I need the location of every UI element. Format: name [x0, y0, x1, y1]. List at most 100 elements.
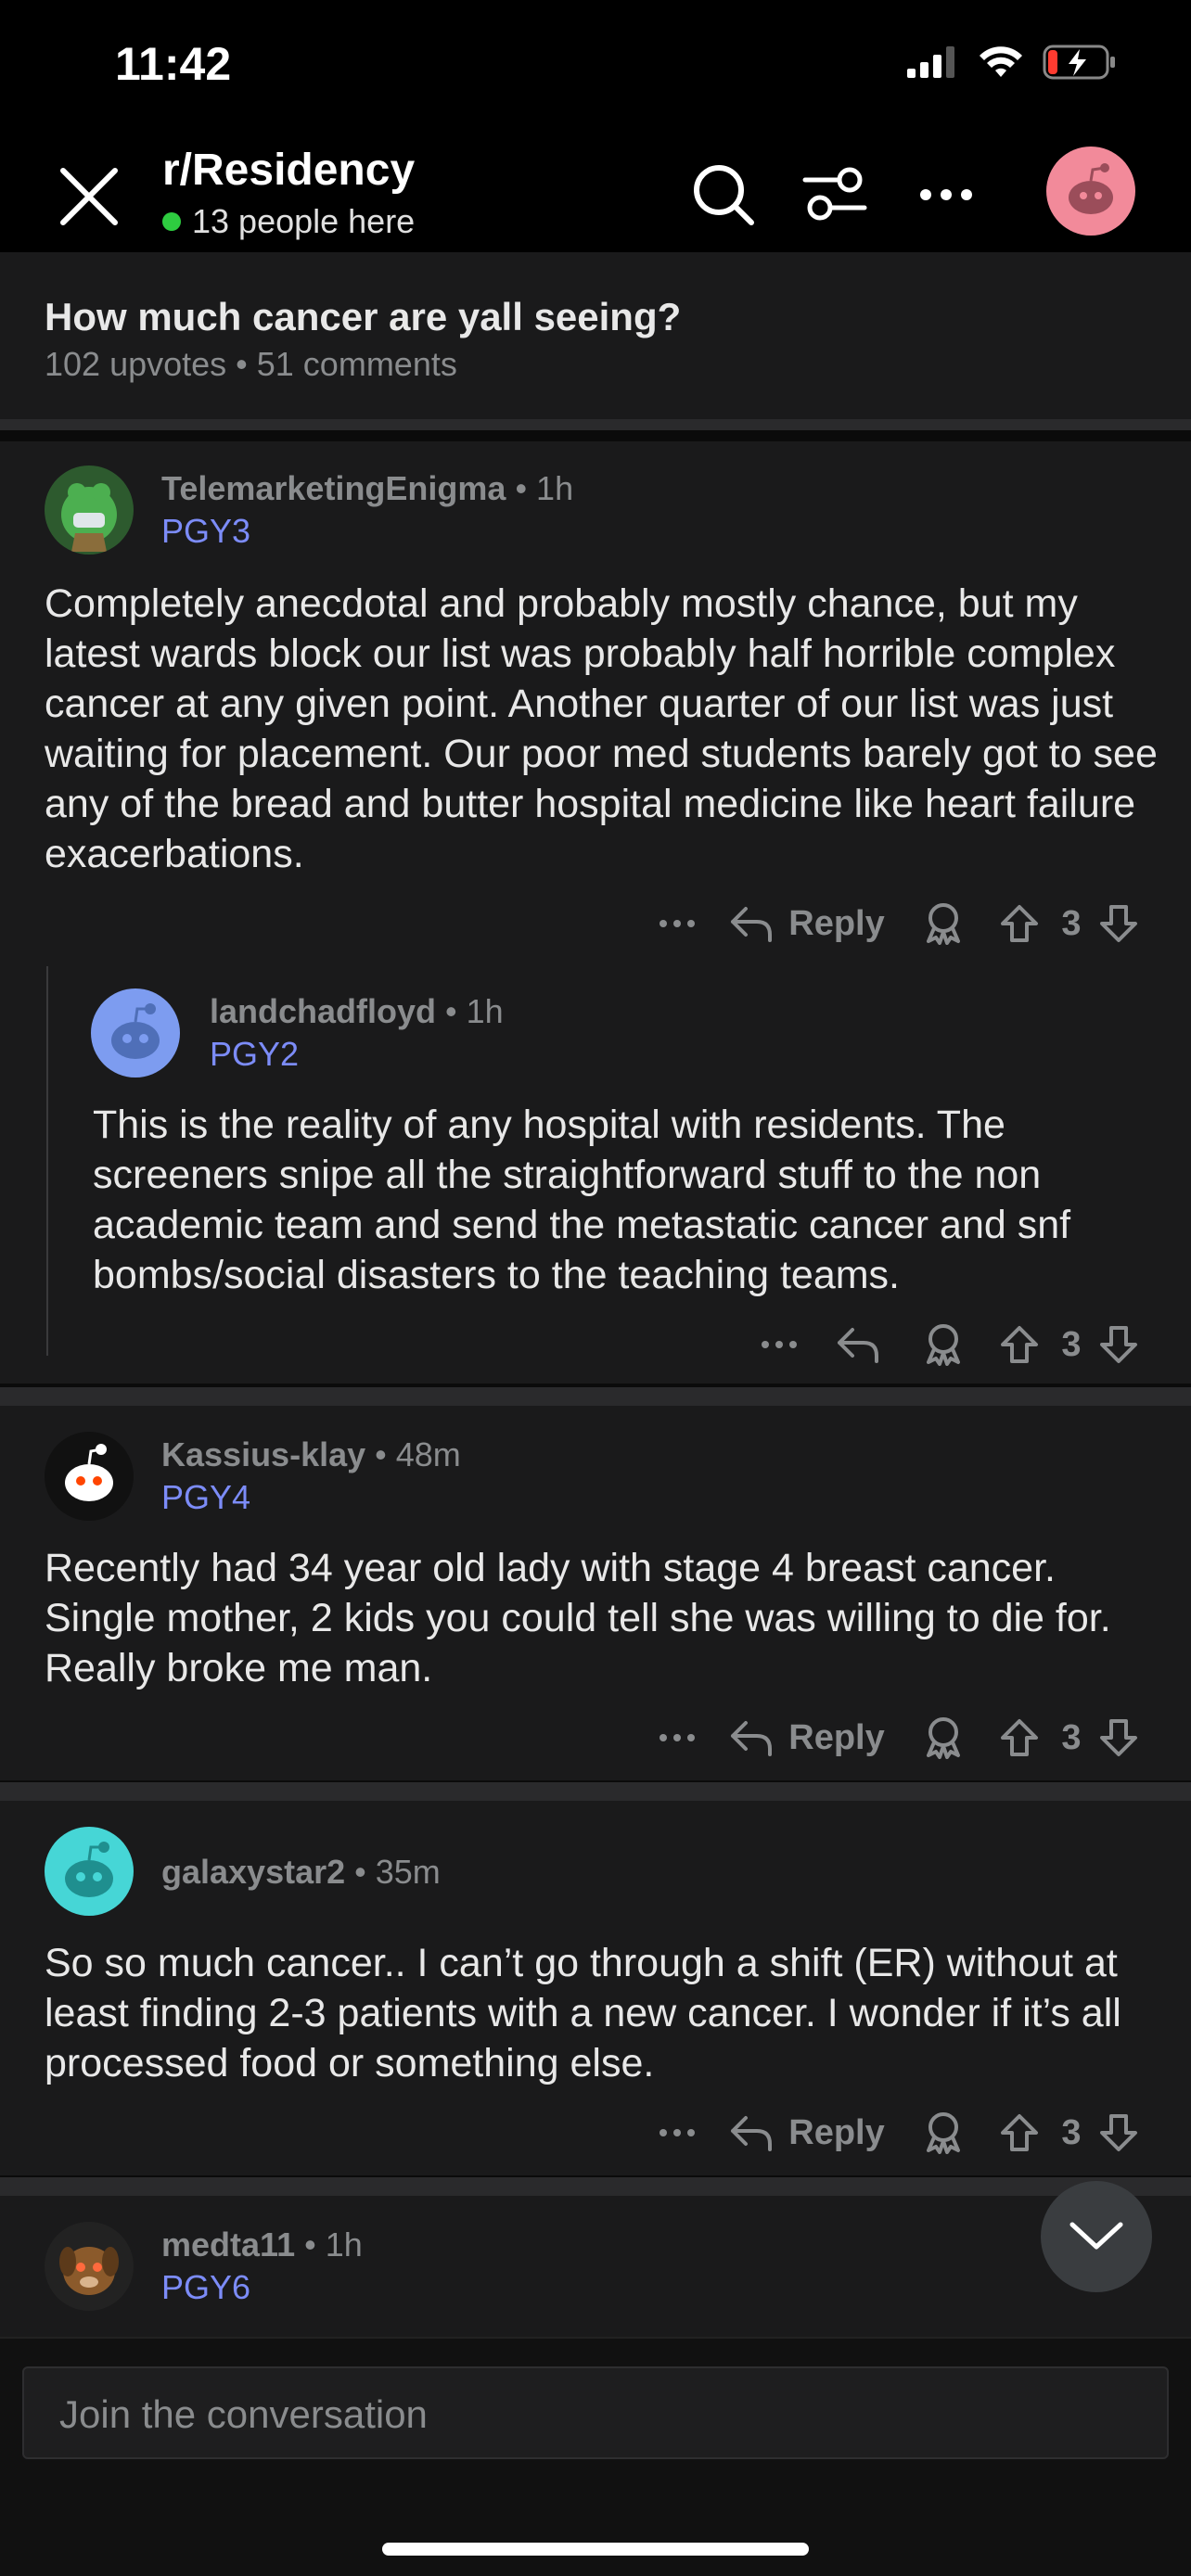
thread-line[interactable] — [46, 966, 48, 1356]
online-count: 13 people here — [162, 202, 415, 241]
close-button[interactable] — [48, 156, 130, 237]
snoo-avatar-icon — [111, 1003, 160, 1059]
more-horizontal-icon — [920, 189, 972, 200]
award-button[interactable] — [900, 2105, 987, 2161]
avatar[interactable] — [45, 465, 134, 555]
more-button[interactable] — [742, 1317, 816, 1372]
comment-body: So so much cancer.. I can’t go through a… — [45, 1941, 1121, 2085]
snoo-avatar-icon — [65, 1842, 113, 1897]
comment-author[interactable]: medta11 • 1h — [161, 2225, 363, 2264]
more-button[interactable] — [640, 2105, 714, 2161]
upvote-icon — [1001, 1326, 1038, 1363]
search-button[interactable] — [686, 158, 761, 232]
comment-actions: Reply 3 — [640, 1710, 1146, 1766]
comment-divider — [0, 1782, 1191, 1801]
downvote-icon — [1100, 1326, 1137, 1363]
comment-username[interactable]: galaxystar2 — [161, 1853, 345, 1891]
downvote-button[interactable] — [1091, 1317, 1146, 1372]
more-button[interactable] — [640, 896, 714, 951]
comment-time: • 48m — [365, 1435, 461, 1473]
comment-username[interactable]: TelemarketingEnigma — [161, 469, 506, 507]
more-horizontal-icon — [762, 1341, 797, 1348]
vote-score: 3 — [1061, 1717, 1082, 1757]
signal-icon — [907, 46, 954, 78]
snoo-avatar-icon — [1069, 163, 1113, 214]
upvote-button[interactable] — [987, 896, 1052, 951]
next-comment-button[interactable] — [1041, 2181, 1152, 2292]
more-options-button[interactable] — [909, 158, 983, 232]
comment-username[interactable]: landchadfloyd — [210, 992, 436, 1030]
sort-button[interactable] — [798, 158, 872, 232]
snoo-avatar-icon — [65, 1444, 113, 1501]
status-icons — [907, 45, 1117, 80]
downvote-button[interactable] — [1091, 1710, 1146, 1766]
award-button[interactable] — [900, 1710, 987, 1766]
comment-divider — [0, 1387, 1191, 1406]
user-flair: PGY6 — [161, 2268, 251, 2306]
avatar[interactable] — [91, 988, 180, 1078]
user-flair: PGY3 — [161, 512, 251, 550]
reply-button[interactable]: Reply — [714, 1710, 900, 1766]
subreddit-name[interactable]: r/Residency — [162, 145, 415, 196]
comment-actions: Reply 3 — [640, 2105, 1146, 2161]
more-button[interactable] — [640, 1710, 714, 1766]
more-horizontal-icon — [660, 2129, 695, 2136]
comment-author[interactable]: landchadfloyd • 1h — [210, 992, 504, 1031]
reply-button[interactable]: Reply — [714, 896, 900, 951]
award-icon — [927, 2112, 960, 2154]
award-icon — [927, 1324, 960, 1366]
upvote-button[interactable] — [987, 1317, 1052, 1372]
comment-composer: Join the conversation — [0, 2337, 1191, 2576]
upvote-icon — [1001, 905, 1038, 942]
comment-username[interactable]: medta11 — [161, 2225, 295, 2264]
reply-icon — [731, 907, 773, 942]
reply-icon — [731, 2116, 773, 2151]
award-button[interactable] — [900, 896, 987, 951]
comment-body: Recently had 34 year old lady with stage… — [45, 1546, 1111, 1690]
comment-time: • 35m — [345, 1853, 441, 1891]
user-avatar[interactable] — [1046, 147, 1135, 236]
comment-author[interactable]: TelemarketingEnigma • 1h — [161, 469, 573, 508]
comment-time: • 1h — [506, 469, 574, 507]
vote-score: 3 — [1061, 1324, 1082, 1364]
avatar[interactable] — [45, 1432, 134, 1521]
upvote-button[interactable] — [987, 1710, 1052, 1766]
comment: Kassius-klay • 48m PGY4 Recently had 34 … — [0, 1406, 1191, 1780]
chevron-down-icon — [1069, 2222, 1123, 2250]
avatar[interactable] — [45, 1827, 134, 1916]
wifi-icon — [980, 46, 1022, 77]
post-title[interactable]: How much cancer are yall seeing? — [45, 295, 681, 339]
comment: medta11 • 1h PGY6 — [0, 2196, 1191, 2337]
vote-score: 3 — [1061, 903, 1082, 943]
close-icon — [60, 168, 118, 225]
dog-avatar-icon — [59, 2247, 119, 2295]
comment-thread: TelemarketingEnigma • 1h PGY3 Completely… — [0, 441, 1191, 1384]
vote-score: 3 — [1061, 2112, 1082, 2152]
comment-time: • 1h — [295, 2225, 363, 2264]
downvote-button[interactable] — [1091, 2105, 1146, 2161]
downvote-button[interactable] — [1091, 896, 1146, 951]
comment-author[interactable]: galaxystar2 • 35m — [161, 1853, 441, 1892]
battery-charging-icon — [1043, 45, 1115, 80]
downvote-icon — [1100, 1719, 1137, 1756]
sliders-icon — [802, 167, 867, 221]
join-conversation-input[interactable]: Join the conversation — [22, 2366, 1169, 2459]
reply-label: Reply — [788, 1717, 885, 1757]
comment-username[interactable]: Kassius-klay — [161, 1435, 365, 1473]
award-icon — [927, 1717, 960, 1759]
comment-body: This is the reality of any hospital with… — [93, 1103, 1071, 1297]
comment-divider — [0, 2177, 1191, 2196]
reply-button[interactable] — [816, 1317, 900, 1372]
award-button[interactable] — [900, 1317, 987, 1372]
home-indicator[interactable] — [382, 2543, 809, 2556]
post-header: How much cancer are yall seeing? 102 upv… — [0, 252, 1191, 430]
reply-button[interactable]: Reply — [714, 2105, 900, 2161]
more-horizontal-icon — [660, 920, 695, 927]
user-flair: PGY4 — [161, 1478, 251, 1516]
reply-label: Reply — [788, 2112, 885, 2152]
comment-author[interactable]: Kassius-klay • 48m — [161, 1435, 461, 1474]
upvote-button[interactable] — [987, 2105, 1052, 2161]
status-time: 11:42 — [115, 38, 232, 90]
avatar[interactable] — [45, 2222, 134, 2311]
comment-body: Completely anecdotal and probably mostly… — [45, 581, 1158, 876]
